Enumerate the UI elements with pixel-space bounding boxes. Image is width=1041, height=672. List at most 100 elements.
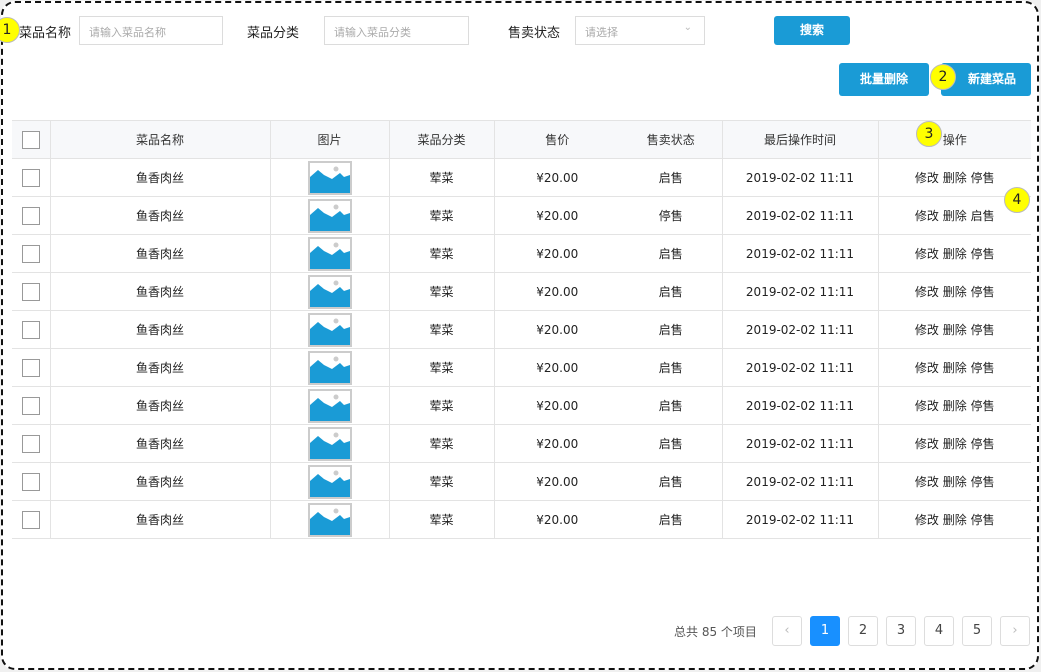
row-actions: 修改 删除 停售 bbox=[878, 272, 1031, 311]
dish-status: 启售 bbox=[620, 348, 723, 387]
page-2-button[interactable]: 2 bbox=[848, 616, 878, 646]
toggle-sale-link[interactable]: 停售 bbox=[971, 361, 995, 375]
row-select-cell[interactable] bbox=[12, 386, 51, 425]
table-row: 鱼香肉丝 荤菜 ¥20.00 停售 2019-02-02 11:11 修改 删除… bbox=[12, 196, 1031, 235]
row-select-cell[interactable] bbox=[12, 424, 51, 463]
dish-table: 菜品名称 图片 菜品分类 售价 售卖状态 最后操作时间 操作 鱼香肉丝 荤菜 ¥… bbox=[12, 120, 1031, 539]
dish-image-cell bbox=[270, 272, 390, 311]
page-1-button[interactable]: 1 bbox=[810, 616, 840, 646]
page-3-button[interactable]: 3 bbox=[886, 616, 916, 646]
dish-price: ¥20.00 bbox=[494, 196, 620, 235]
toggle-sale-link[interactable]: 启售 bbox=[971, 209, 995, 223]
edit-link[interactable]: 修改 bbox=[915, 437, 939, 451]
dish-status: 启售 bbox=[620, 158, 723, 197]
dish-category: 荤菜 bbox=[389, 196, 495, 235]
page-4-button[interactable]: 4 bbox=[924, 616, 954, 646]
image-placeholder-icon bbox=[307, 464, 352, 499]
delete-link[interactable]: 删除 bbox=[943, 513, 967, 527]
row-checkbox[interactable] bbox=[21, 320, 40, 339]
table-row: 鱼香肉丝 荤菜 ¥20.00 启售 2019-02-02 11:11 修改 删除… bbox=[12, 234, 1031, 273]
row-checkbox[interactable] bbox=[21, 358, 40, 377]
image-placeholder-icon bbox=[307, 160, 352, 195]
toggle-sale-link[interactable]: 停售 bbox=[971, 171, 995, 185]
edit-link[interactable]: 修改 bbox=[915, 475, 939, 489]
toggle-sale-link[interactable]: 停售 bbox=[971, 475, 995, 489]
row-select-cell[interactable] bbox=[12, 272, 51, 311]
dish-category: 荤菜 bbox=[389, 462, 495, 501]
row-select-cell[interactable] bbox=[12, 310, 51, 349]
row-checkbox[interactable] bbox=[21, 206, 40, 225]
dish-category: 荤菜 bbox=[389, 500, 495, 539]
dish-name: 鱼香肉丝 bbox=[50, 500, 271, 539]
prev-page-button[interactable]: ‹ bbox=[772, 616, 802, 646]
toggle-sale-link[interactable]: 停售 bbox=[971, 323, 995, 337]
delete-link[interactable]: 删除 bbox=[943, 399, 967, 413]
row-checkbox[interactable] bbox=[21, 510, 40, 529]
row-select-cell[interactable] bbox=[12, 500, 51, 539]
delete-link[interactable]: 删除 bbox=[943, 475, 967, 489]
dish-price: ¥20.00 bbox=[494, 348, 620, 387]
dish-image-cell bbox=[270, 462, 390, 501]
header-actions: 操作 bbox=[878, 120, 1031, 159]
dish-name-input[interactable]: 请输入菜品名称 bbox=[79, 16, 223, 45]
row-select-cell[interactable] bbox=[12, 348, 51, 387]
edit-link[interactable]: 修改 bbox=[915, 323, 939, 337]
last-operation-time: 2019-02-02 11:11 bbox=[722, 462, 879, 501]
dish-image-cell bbox=[270, 348, 390, 387]
delete-link[interactable]: 删除 bbox=[943, 437, 967, 451]
row-actions: 修改 删除 停售 bbox=[878, 500, 1031, 539]
batch-delete-button[interactable]: 批量删除 bbox=[839, 63, 929, 96]
select-all-checkbox[interactable] bbox=[21, 130, 40, 149]
toggle-sale-link[interactable]: 停售 bbox=[971, 513, 995, 527]
toggle-sale-link[interactable]: 停售 bbox=[971, 285, 995, 299]
delete-link[interactable]: 删除 bbox=[943, 171, 967, 185]
delete-link[interactable]: 删除 bbox=[943, 361, 967, 375]
row-checkbox[interactable] bbox=[21, 396, 40, 415]
delete-link[interactable]: 删除 bbox=[943, 323, 967, 337]
row-select-cell[interactable] bbox=[12, 196, 51, 235]
image-placeholder-icon bbox=[307, 388, 352, 423]
edit-link[interactable]: 修改 bbox=[915, 171, 939, 185]
dish-category-input[interactable]: 请输入菜品分类 bbox=[324, 16, 469, 45]
dish-status: 启售 bbox=[620, 424, 723, 463]
chevron-down-icon: ⌄ bbox=[683, 22, 692, 33]
dish-image-cell bbox=[270, 310, 390, 349]
dish-name-label: 菜品名称 bbox=[19, 26, 72, 41]
edit-link[interactable]: 修改 bbox=[915, 285, 939, 299]
dish-category: 荤菜 bbox=[389, 234, 495, 273]
dish-status: 启售 bbox=[620, 234, 723, 273]
next-page-button[interactable]: › bbox=[1000, 616, 1030, 646]
toggle-sale-link[interactable]: 停售 bbox=[971, 399, 995, 413]
select-all-cell[interactable] bbox=[12, 120, 51, 159]
page-5-button[interactable]: 5 bbox=[962, 616, 992, 646]
dish-price: ¥20.00 bbox=[494, 500, 620, 539]
row-select-cell[interactable] bbox=[12, 462, 51, 501]
sale-status-select[interactable]: 请选择 ⌄ bbox=[575, 16, 705, 45]
delete-link[interactable]: 删除 bbox=[943, 209, 967, 223]
row-actions: 修改 删除 停售 bbox=[878, 310, 1031, 349]
edit-link[interactable]: 修改 bbox=[915, 209, 939, 223]
edit-link[interactable]: 修改 bbox=[915, 399, 939, 413]
table-row: 鱼香肉丝 荤菜 ¥20.00 启售 2019-02-02 11:11 修改 删除… bbox=[12, 424, 1031, 463]
row-select-cell[interactable] bbox=[12, 158, 51, 197]
row-checkbox[interactable] bbox=[21, 282, 40, 301]
delete-link[interactable]: 删除 bbox=[943, 247, 967, 261]
search-button[interactable]: 搜索 bbox=[774, 16, 850, 45]
annotation-marker: 2 bbox=[930, 64, 956, 90]
edit-link[interactable]: 修改 bbox=[915, 361, 939, 375]
dish-image-cell bbox=[270, 386, 390, 425]
edit-link[interactable]: 修改 bbox=[915, 513, 939, 527]
header-category: 菜品分类 bbox=[389, 120, 495, 159]
dish-image-cell bbox=[270, 234, 390, 273]
row-select-cell[interactable] bbox=[12, 234, 51, 273]
dish-image-cell bbox=[270, 158, 390, 197]
toggle-sale-link[interactable]: 停售 bbox=[971, 437, 995, 451]
row-checkbox[interactable] bbox=[21, 168, 40, 187]
edit-link[interactable]: 修改 bbox=[915, 247, 939, 261]
row-checkbox[interactable] bbox=[21, 434, 40, 453]
row-checkbox[interactable] bbox=[21, 244, 40, 263]
toggle-sale-link[interactable]: 停售 bbox=[971, 247, 995, 261]
row-checkbox[interactable] bbox=[21, 472, 40, 491]
delete-link[interactable]: 删除 bbox=[943, 285, 967, 299]
image-placeholder-icon bbox=[307, 198, 352, 233]
